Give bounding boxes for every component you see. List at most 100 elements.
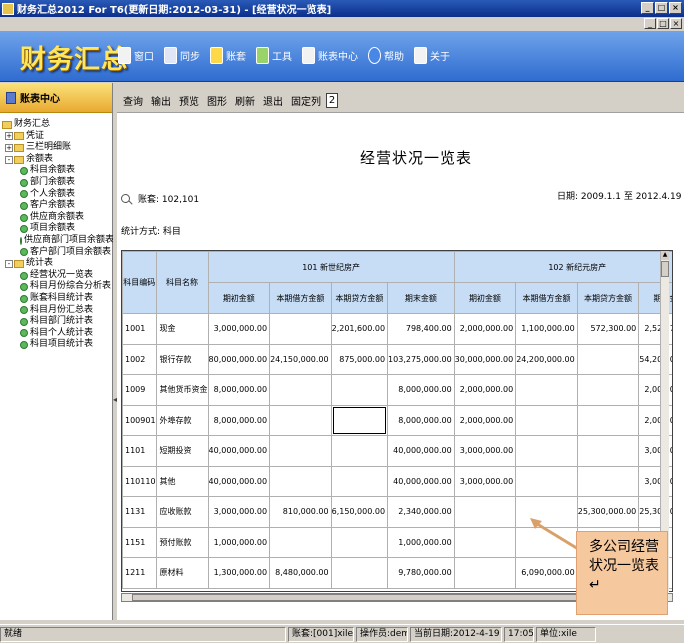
cell-amount[interactable] — [269, 435, 332, 467]
tree-item[interactable]: 部门余额表 — [0, 177, 112, 189]
table-row[interactable]: 1101 短期投资 40,000,000.00 40,000,000.00 3,000,… — [122, 435, 672, 467]
vertical-scroll-thumb[interactable] — [661, 261, 669, 277]
cell-amount[interactable] — [576, 404, 640, 436]
query-button[interactable]: 查询 — [119, 93, 147, 108]
cell-amount[interactable]: 2,000,000.00 — [453, 313, 517, 345]
cell-amount[interactable] — [515, 404, 578, 436]
cell-amount[interactable] — [515, 435, 578, 467]
cell-amount[interactable]: 8,000,000.00 — [207, 404, 271, 436]
cell-amount[interactable]: 6,150,000.00 — [330, 496, 389, 528]
child-minimize-button[interactable]: _ — [644, 18, 656, 29]
cell-amount[interactable] — [269, 526, 332, 558]
cell-amount[interactable]: 3,000,000.00 — [207, 496, 271, 528]
cell-amount[interactable]: 24,200,000.00 — [515, 343, 578, 375]
cell-amount[interactable]: 40,000,000.00 — [207, 435, 271, 467]
collapse-icon[interactable]: - — [5, 259, 13, 268]
expand-icon[interactable]: + — [5, 143, 13, 152]
cell-amount[interactable] — [453, 526, 517, 558]
table-row[interactable]: 100901 外埠存款 8,000,000.00 8,000,000.00 2,000,… — [122, 404, 672, 436]
cell-amount[interactable] — [576, 374, 640, 406]
toolbar-account-set-button[interactable]: 账套 — [210, 47, 246, 64]
close-button[interactable]: × — [669, 2, 682, 14]
minimize-button[interactable]: _ — [641, 2, 654, 14]
toolbar-sync-button[interactable]: 同步 — [164, 47, 200, 64]
table-row[interactable]: 1131 应收账款 3,000,000.00 810,000.00 6,150,000.… — [122, 496, 672, 528]
tree-item[interactable]: 经营状况一览表 — [0, 270, 112, 282]
cell-amount[interactable]: 80,000,000.00 — [207, 343, 271, 375]
cell-amount[interactable]: 1,100,000.00 — [515, 313, 578, 345]
cell-amount[interactable]: 572,300.00 — [576, 313, 640, 345]
tree-item[interactable]: + 三栏明细账 — [0, 142, 112, 154]
cell-amount[interactable] — [576, 435, 640, 467]
cell-amount[interactable] — [269, 313, 332, 345]
cell-amount[interactable] — [330, 374, 389, 406]
cell-amount[interactable]: 2,340,000.00 — [387, 496, 455, 528]
fixed-columns-input[interactable]: 2 — [326, 92, 338, 108]
cell-amount[interactable]: 40,000,000.00 — [207, 465, 271, 497]
cell-amount[interactable]: 3,000,000.00 — [207, 313, 271, 345]
tree-item[interactable]: 科目项目统计表 — [0, 339, 112, 351]
chart-button[interactable]: 图形 — [203, 93, 231, 108]
scroll-up-icon[interactable]: ▲ — [661, 251, 669, 260]
cell-amount[interactable] — [330, 465, 389, 497]
cell-amount[interactable]: 40,000,000.00 — [387, 465, 455, 497]
cell-amount[interactable] — [330, 557, 389, 589]
exit-button[interactable]: 退出 — [259, 93, 287, 108]
cell-amount[interactable]: 30,000,000.00 — [453, 343, 517, 375]
maximize-button[interactable]: □ — [655, 2, 668, 14]
collapse-icon[interactable]: - — [5, 155, 13, 164]
tree-item[interactable]: 客户余额表 — [0, 200, 112, 212]
cell-amount[interactable]: 8,480,000.00 — [269, 557, 332, 589]
cell-amount[interactable]: 24,150,000.00 — [269, 343, 332, 375]
cell-amount[interactable]: 103,275,000.00 — [387, 343, 455, 375]
cell-amount[interactable] — [330, 435, 389, 467]
tree-item[interactable]: - 统计表 — [0, 258, 112, 270]
cell-amount[interactable] — [330, 404, 389, 436]
cell-amount[interactable] — [515, 465, 578, 497]
tree-item[interactable]: - 余额表 — [0, 154, 112, 166]
cell-amount[interactable]: 798,400.00 — [387, 313, 455, 345]
cell-amount[interactable]: 810,000.00 — [269, 496, 332, 528]
expand-icon[interactable]: + — [5, 132, 13, 141]
toolbar-help-button[interactable]: 帮助 — [368, 47, 404, 64]
export-button[interactable]: 输出 — [147, 93, 175, 108]
cell-amount[interactable]: 6,090,000.00 — [515, 557, 578, 589]
tree-item[interactable]: 供应商余额表 — [0, 212, 112, 224]
tree-item[interactable]: 账套科目统计表 — [0, 293, 112, 305]
preview-button[interactable]: 预览 — [175, 93, 203, 108]
cell-amount[interactable]: 2,000,000.00 — [453, 404, 517, 436]
cell-amount[interactable]: 9,780,000.00 — [387, 557, 455, 589]
tree-item[interactable]: 科目余额表 — [0, 165, 112, 177]
cell-amount[interactable] — [330, 526, 389, 558]
tree-item[interactable]: + 凭证 — [0, 131, 112, 143]
cell-amount[interactable] — [576, 465, 640, 497]
cell-amount[interactable] — [453, 496, 517, 528]
cell-amount[interactable]: 8,000,000.00 — [387, 404, 455, 436]
cell-amount[interactable] — [269, 374, 332, 406]
tree-item[interactable]: 项目余额表 — [0, 223, 112, 235]
tree-item[interactable]: 供应商部门项目余额表 — [0, 235, 114, 247]
tree-item[interactable]: 个人余额表 — [0, 189, 112, 201]
cell-amount[interactable] — [269, 465, 332, 497]
cell-amount[interactable] — [453, 557, 517, 589]
cell-amount[interactable]: 8,000,000.00 — [207, 374, 271, 406]
tree-item[interactable]: 科目月份汇总表 — [0, 305, 112, 317]
tree-item[interactable]: 科目部门统计表 — [0, 316, 112, 328]
cell-amount[interactable]: 8,000,000.00 — [387, 374, 455, 406]
child-close-button[interactable]: × — [670, 18, 682, 29]
cell-amount[interactable]: 875,000.00 — [330, 343, 389, 375]
table-row[interactable]: 1001 现金 3,000,000.00 2,201,600.00 798,400.00… — [122, 313, 672, 345]
toolbar-tools-button[interactable]: 工具 — [256, 47, 292, 64]
cell-amount[interactable] — [269, 404, 332, 436]
tree-item[interactable]: 科目月份综合分析表 — [0, 281, 112, 293]
cell-amount[interactable]: 2,201,600.00 — [330, 313, 389, 345]
cell-amount[interactable]: 3,000,000.00 — [453, 435, 517, 467]
horizontal-scroll-thumb[interactable] — [132, 594, 622, 601]
table-row[interactable]: 1002 银行存款 80,000,000.00 24,150,000.00 875,00… — [122, 343, 672, 375]
toolbar-report-center-button[interactable]: 账表中心 — [302, 47, 358, 64]
toolbar-window-button[interactable]: 窗口 — [118, 47, 154, 64]
cell-amount[interactable]: 1,000,000.00 — [387, 526, 455, 558]
cell-amount[interactable]: 3,000,000.00 — [453, 465, 517, 497]
search-icon[interactable] — [121, 194, 130, 203]
cell-amount[interactable]: 1,300,000.00 — [207, 557, 271, 589]
